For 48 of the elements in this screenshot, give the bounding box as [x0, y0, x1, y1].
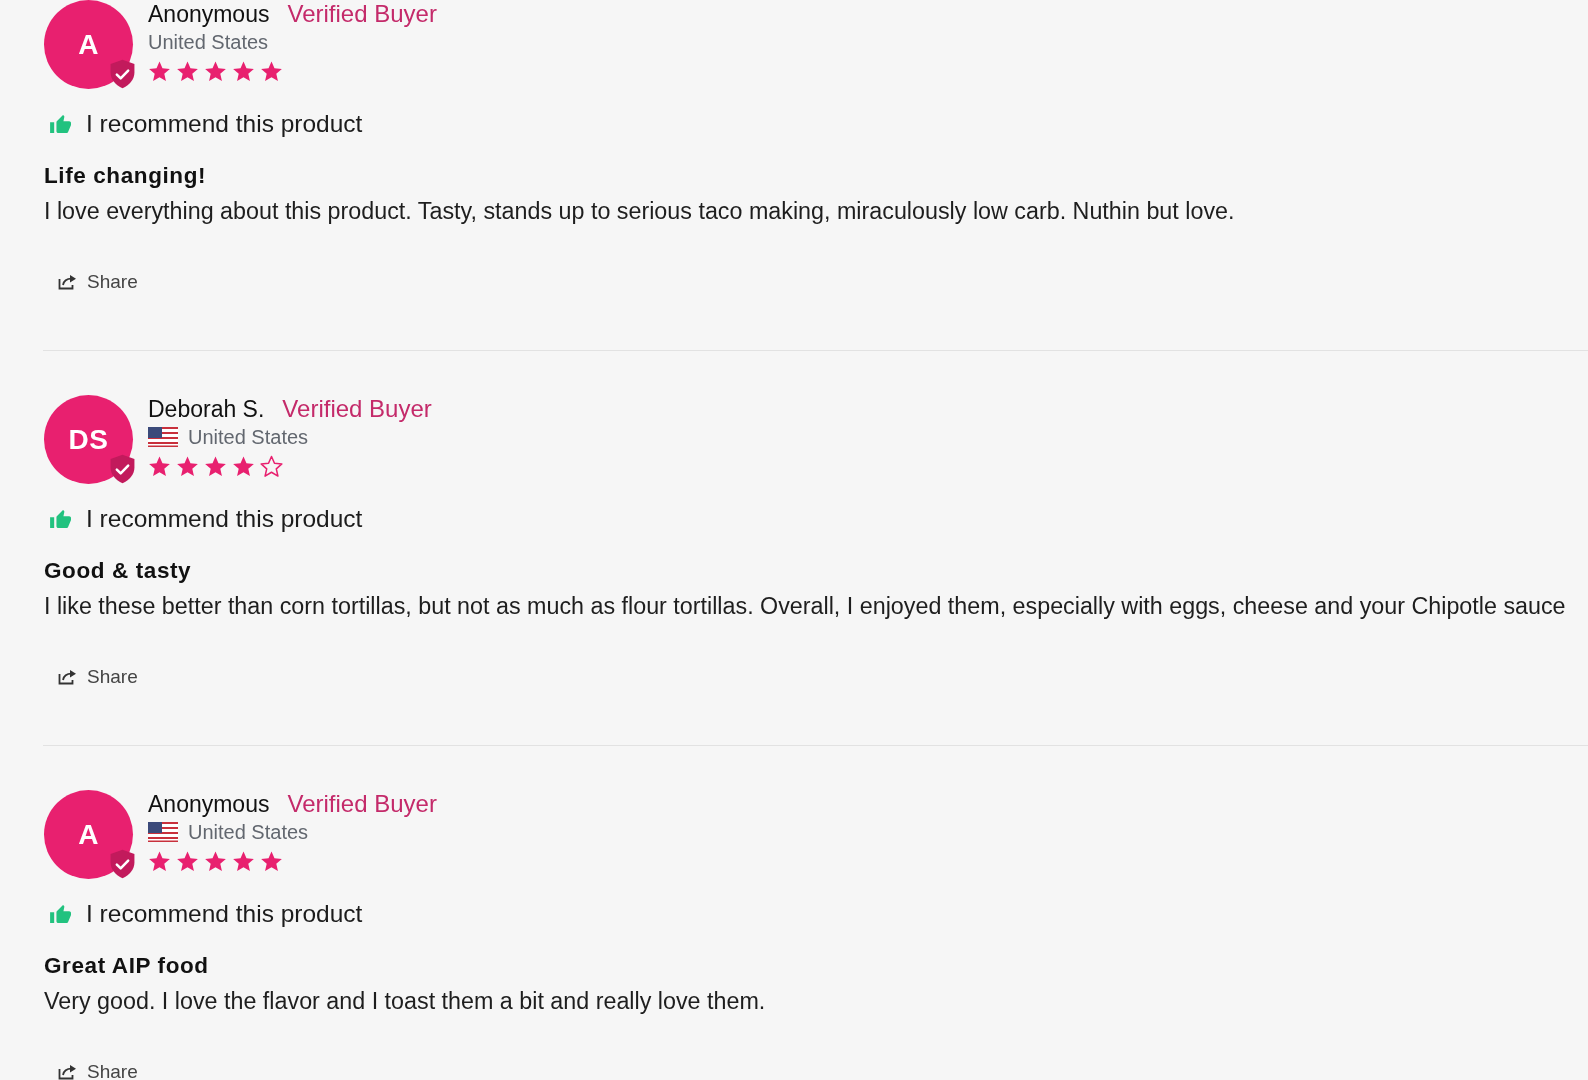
- star-icon: [176, 455, 199, 478]
- review-text: I love everything about this product. Tasty, stands up to serious taco making, miraculously low carb. Nuthin but love.: [44, 197, 1236, 226]
- review-text: Very good. I love the flavor and I toast them a bit and really love them.: [44, 987, 767, 1016]
- star-icon: [260, 850, 283, 873]
- thumbs-up-icon: [50, 114, 72, 134]
- review-text: I like these better than corn tortillas, but not as much as flour tortillas. Overall, I enjoyed them, especially with eggs, cheese and your Chipotle sauce: [44, 592, 1567, 621]
- star-icon: [260, 60, 283, 83]
- star-icon: [148, 60, 171, 83]
- thumbs-up-icon: [50, 904, 72, 924]
- country-label: United States: [148, 30, 269, 55]
- country-label: United States: [188, 425, 309, 450]
- star-outline-icon: [260, 455, 283, 478]
- star-icon: [232, 455, 255, 478]
- avatar: A: [44, 790, 133, 879]
- review-title: Great AIP food: [44, 953, 210, 979]
- star-icon: [204, 850, 227, 873]
- verified-shield-icon: [110, 849, 135, 879]
- star-icon: [204, 60, 227, 83]
- reviewer-name: Anonymous: [148, 790, 270, 818]
- thumbs-up-icon: [50, 509, 72, 529]
- share-button[interactable]: Share: [58, 272, 138, 292]
- star-icon: [204, 455, 227, 478]
- country-label: United States: [188, 820, 309, 845]
- recommend-text: I recommend this product: [86, 110, 363, 138]
- verified-buyer-label: Verified Buyer: [287, 0, 437, 28]
- avatar: A: [44, 0, 133, 89]
- recommend-text: I recommend this product: [86, 505, 363, 533]
- review-title: Good & tasty: [44, 558, 193, 584]
- reviewer-name: Deborah S.: [148, 395, 265, 423]
- reviewer-name: Anonymous: [148, 0, 270, 28]
- share-button[interactable]: Share: [58, 667, 138, 687]
- verified-buyer-label: Verified Buyer: [287, 790, 437, 818]
- review-title: Life changing!: [44, 163, 208, 189]
- verified-shield-icon: [110, 59, 135, 89]
- verified-buyer-label: Verified Buyer: [282, 395, 432, 423]
- star-icon: [176, 60, 199, 83]
- share-icon: [58, 1064, 78, 1080]
- verified-shield-icon: [110, 454, 135, 484]
- recommend-text: I recommend this product: [86, 900, 363, 928]
- share-icon: [58, 669, 78, 685]
- star-icon: [232, 850, 255, 873]
- share-button[interactable]: Share: [58, 1062, 138, 1080]
- star-icon: [232, 60, 255, 83]
- avatar: DS: [44, 395, 133, 484]
- star-icon: [148, 455, 171, 478]
- share-icon: [58, 274, 78, 290]
- star-icon: [148, 850, 171, 873]
- star-icon: [176, 850, 199, 873]
